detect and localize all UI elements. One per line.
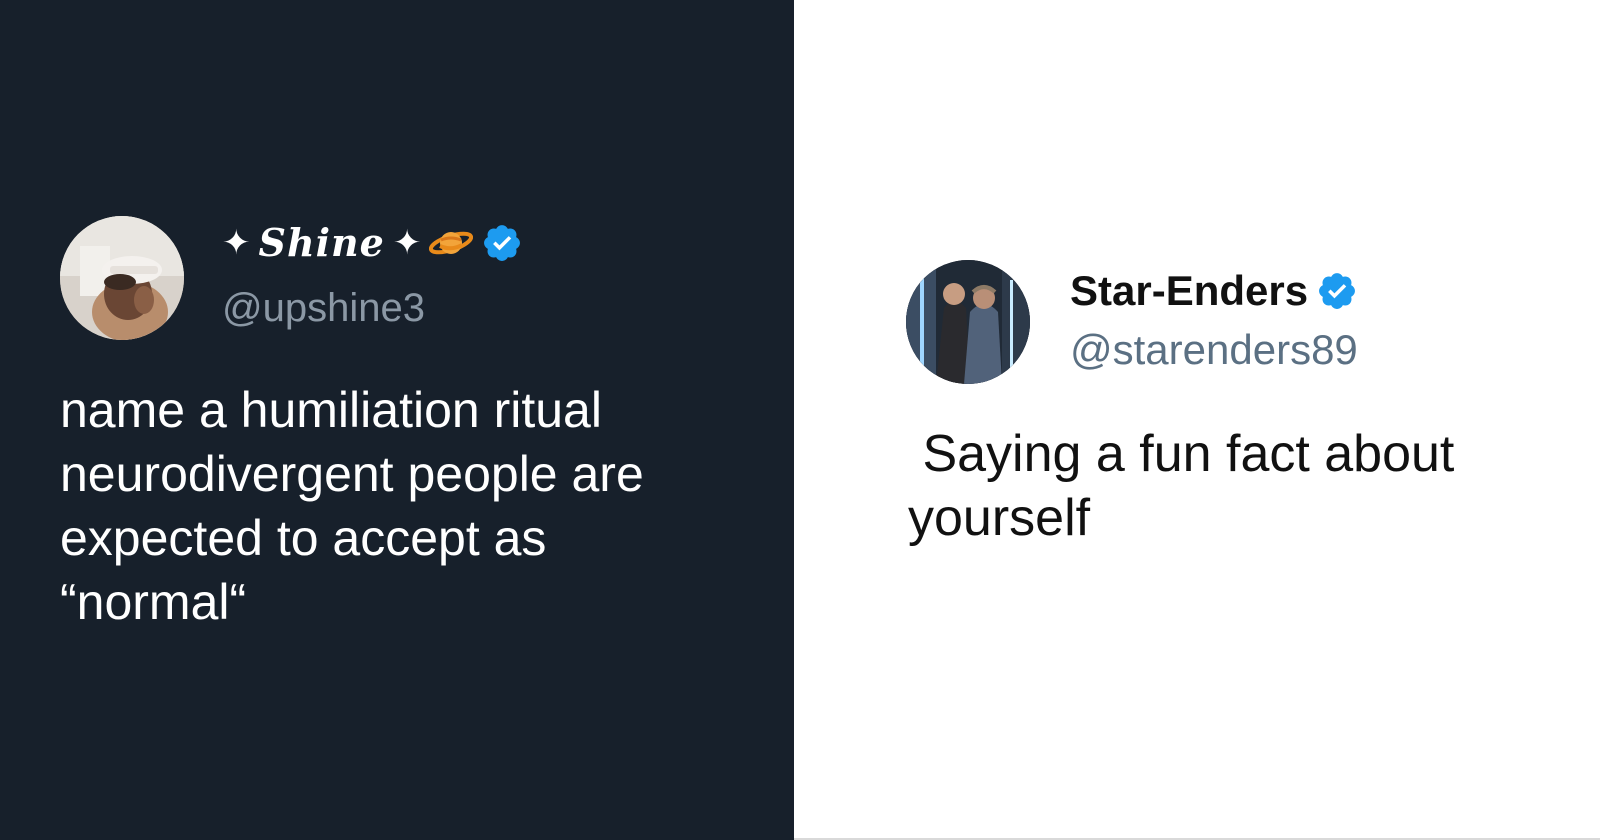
tweet-text-line: Saying a fun fact about <box>908 425 1455 483</box>
tweet-card-light: Star-Enders @starenders89 Saying a fun f… <box>794 0 1600 840</box>
planet-emoji-icon <box>429 231 474 255</box>
tweet-text-line: “normal“ <box>60 574 247 630</box>
tweet-text-line: name a humiliation ritual <box>60 382 602 438</box>
avatar-photo <box>906 260 1030 384</box>
tweet-text: name a humiliation ritual neurodivergent… <box>60 378 760 634</box>
tweet-text: Saying a fun fact about yourself <box>908 422 1568 550</box>
user-handle[interactable]: @starenders89 <box>1070 326 1358 374</box>
display-name-text: Shine <box>258 220 385 265</box>
avatar[interactable] <box>60 216 184 340</box>
tweet-card-dark: ✦ Shine ✦ @upshine3 name a humiliation r… <box>0 0 794 840</box>
sparkle-icon: ✦ <box>222 223 251 263</box>
user-handle[interactable]: @upshine3 <box>222 286 425 331</box>
tweet-text-line: expected to accept as <box>60 510 547 566</box>
tweet-text-line: neurodivergent people are <box>60 446 644 502</box>
sparkle-icon: ✦ <box>392 223 422 263</box>
verified-badge-icon <box>1319 273 1356 309</box>
display-name[interactable]: ✦ Shine ✦ <box>222 222 523 264</box>
avatar-photo <box>60 216 184 340</box>
display-name-text: Star-Enders <box>1070 267 1309 314</box>
tweet-text-line: yourself <box>908 489 1091 547</box>
avatar[interactable] <box>906 260 1030 384</box>
verified-badge-icon <box>484 225 521 261</box>
display-name[interactable]: Star-Enders <box>1070 270 1358 312</box>
